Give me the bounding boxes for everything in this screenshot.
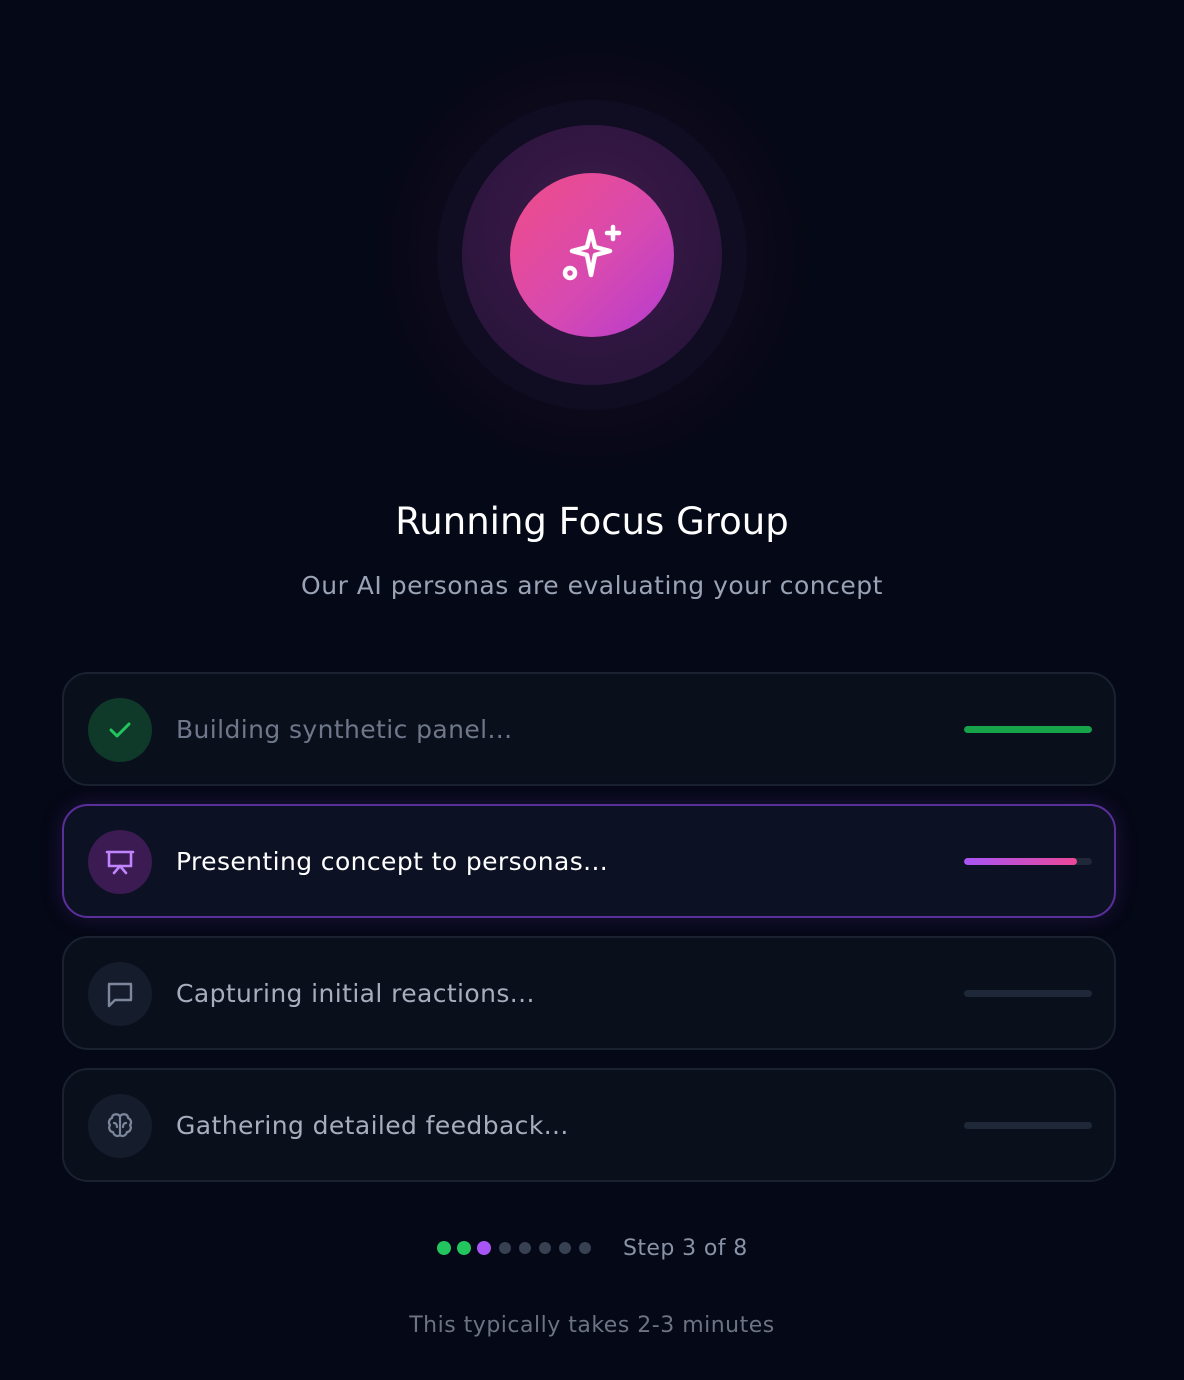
progress-dot [457, 1241, 471, 1255]
overall-progress: Step 3 of 8 [437, 1234, 748, 1262]
chat-bubble-icon [107, 982, 133, 1008]
step-status-indicator [88, 698, 152, 762]
sparkles-icon [562, 224, 622, 281]
step-label: Presenting concept to personas... [176, 847, 609, 876]
progress-dot [539, 1242, 551, 1254]
progress-dot [499, 1242, 511, 1254]
step-progress-fill [964, 726, 1092, 733]
page-title: Running Focus Group [395, 500, 789, 543]
progress-dot [477, 1241, 491, 1255]
step-progress-bar [964, 990, 1092, 997]
step-progress-fill [964, 858, 1077, 865]
progress-dot [579, 1242, 591, 1254]
brain-icon [107, 1113, 133, 1138]
progress-dots [437, 1241, 599, 1255]
step-progress-bar [964, 1122, 1092, 1129]
step-label: Capturing initial reactions... [176, 979, 535, 1008]
step-progress-bar [964, 726, 1092, 733]
step-item-capturing-reactions: Capturing initial reactions... [62, 936, 1116, 1050]
step-label: Gathering detailed feedback... [176, 1111, 569, 1140]
check-icon [109, 722, 131, 738]
step-status-indicator [88, 830, 152, 894]
progress-dot [519, 1242, 531, 1254]
step-list: Building synthetic panel... Presenting c… [62, 672, 1116, 1200]
step-item-building-panel: Building synthetic panel... [62, 672, 1116, 786]
duration-note: This typically takes 2-3 minutes [409, 1313, 775, 1338]
step-counter: Step 3 of 8 [623, 1235, 748, 1261]
step-label: Building synthetic panel... [176, 715, 513, 744]
progress-dot [437, 1241, 451, 1255]
hero-core [510, 173, 674, 337]
presentation-icon [105, 850, 135, 875]
step-status-indicator [88, 962, 152, 1026]
step-item-presenting-concept: Presenting concept to personas... [62, 804, 1116, 918]
step-item-gathering-feedback: Gathering detailed feedback... [62, 1068, 1116, 1182]
step-status-indicator [88, 1094, 152, 1158]
step-progress-bar [964, 858, 1092, 865]
progress-dot [559, 1242, 571, 1254]
page-subtitle: Our AI personas are evaluating your conc… [301, 571, 883, 600]
